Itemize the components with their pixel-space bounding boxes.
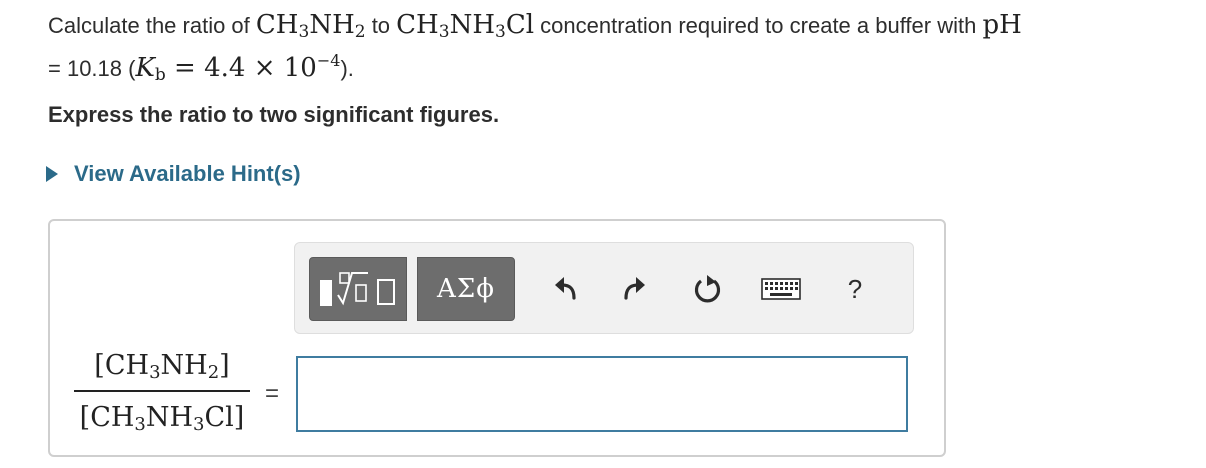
question-text: Calculate the ratio of CH3NH2 to CH3NH3C…	[48, 4, 1198, 90]
help-button[interactable]: ?	[835, 269, 875, 309]
keyboard-icon	[761, 278, 801, 300]
answer-input[interactable]	[296, 356, 908, 432]
question-text-part: to	[365, 13, 397, 38]
question-text-part: concentration required to create a buffe…	[534, 13, 983, 38]
question-text-part: = 10.18 (	[48, 56, 136, 81]
ratio-fraction: [CH3NH2] [CH3NH3Cl]	[74, 344, 250, 440]
templates-icon	[320, 272, 395, 306]
methylamine-formula: CH3NH2	[255, 10, 366, 42]
redo-icon	[624, 277, 645, 300]
fraction-numerator: [CH3NH2]	[94, 350, 230, 383]
undo-button[interactable]	[547, 269, 587, 309]
problem-page: Calculate the ratio of CH3NH2 to CH3NH3C…	[0, 0, 1206, 468]
fraction-denominator: [CH3NH3Cl]	[79, 402, 245, 435]
question-text-part: ).	[340, 56, 354, 81]
triangle-right-icon	[46, 166, 58, 182]
redo-button[interactable]	[613, 269, 653, 309]
methylammonium-chloride-formula: CH3NH3Cl	[396, 10, 535, 42]
undo-icon	[555, 277, 576, 300]
view-hints-link[interactable]: View Available Hint(s)	[46, 161, 301, 187]
reset-icon	[694, 275, 721, 303]
help-icon: ?	[847, 273, 863, 304]
question-text-part: Calculate the ratio of	[48, 13, 256, 38]
instruction-text: Express the ratio to two significant fig…	[48, 102, 500, 127]
equals-sign: =	[265, 380, 280, 407]
math-toolbar: ΑΣϕ ?	[294, 242, 914, 334]
keyboard-button[interactable]	[761, 269, 801, 309]
greek-symbols-icon: ΑΣϕ	[437, 274, 495, 304]
view-hints-label: View Available Hint(s)	[74, 161, 301, 186]
reset-button[interactable]	[688, 269, 728, 309]
templates-button[interactable]	[309, 257, 407, 321]
greek-symbols-button[interactable]: ΑΣϕ	[417, 257, 515, 321]
ph-symbol: pH	[982, 10, 1022, 40]
kb-expression: Kb = 4.4 × 10−4	[135, 51, 341, 85]
fraction-bar	[74, 390, 250, 392]
